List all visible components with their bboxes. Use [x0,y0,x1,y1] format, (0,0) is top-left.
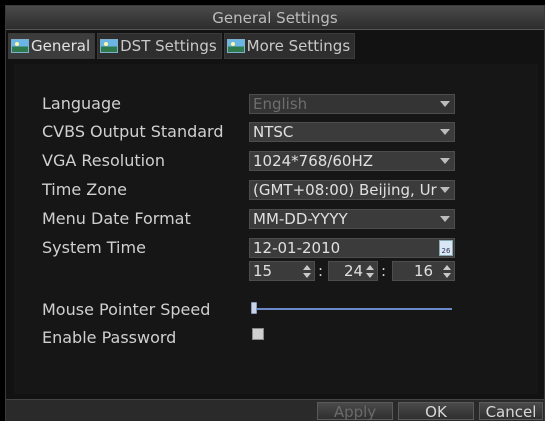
cvbs-value: NTSC [253,123,294,141]
spin-down-icon[interactable] [303,273,311,278]
settings-window: General Settings General DST Settings Mo… [5,5,545,421]
system-date-field[interactable]: 12-01-2010 26 [249,238,455,258]
enable-password-checkbox[interactable] [252,328,264,340]
chevron-down-icon [438,126,452,138]
tab-bar: General DST Settings More Settings [8,33,356,59]
chevron-down-icon [438,213,452,225]
language-dropdown[interactable]: English [249,94,455,114]
spin-up-icon[interactable] [366,265,374,270]
chevron-down-icon [438,184,452,196]
hour-value: 15 [253,262,273,280]
landscape-icon [11,39,29,53]
minute-spinner[interactable]: 24 [328,261,378,281]
date-format-value: MM-DD-YYYY [253,210,348,228]
time-separator: : [318,262,324,280]
second-spinner[interactable]: 16 [392,261,455,281]
cancel-button[interactable]: Cancel [479,402,543,421]
spinner-arrows-icon[interactable] [302,265,312,278]
chevron-down-icon [438,98,452,110]
system-time-label: System Time [42,238,146,257]
spinner-arrows-icon[interactable] [365,265,375,278]
date-format-label: Menu Date Format [42,209,191,228]
time-separator: : [381,262,387,280]
settings-panel: Language English CVBS Output Standard NT… [14,64,538,394]
timezone-value: (GMT+08:00) Beijing, Ur [253,181,437,199]
landscape-icon [226,39,245,53]
tab-more-settings-label: More Settings [246,37,351,55]
spin-down-icon[interactable] [366,273,374,278]
timezone-label: Time Zone [42,180,127,199]
spin-down-icon[interactable] [443,273,451,278]
language-value: English [253,95,308,113]
tab-dst-settings[interactable]: DST Settings [97,33,222,59]
cvbs-label: CVBS Output Standard [42,122,224,141]
vga-value: 1024*768/60HZ [253,152,373,170]
tab-dst-settings-label: DST Settings [120,37,217,55]
vga-dropdown[interactable]: 1024*768/60HZ [249,151,455,171]
second-value: 16 [414,262,434,280]
chevron-down-icon [438,155,452,167]
calendar-icon[interactable]: 26 [439,240,453,256]
spin-up-icon[interactable] [443,265,451,270]
minute-value: 24 [344,262,364,280]
vga-label: VGA Resolution [42,151,165,170]
slider-thumb[interactable] [251,302,257,314]
landscape-icon [100,39,119,53]
cvbs-dropdown[interactable]: NTSC [249,122,455,142]
tab-general[interactable]: General [8,33,96,59]
spinner-arrows-icon[interactable] [442,265,452,278]
spin-up-icon[interactable] [303,265,311,270]
language-label: Language [42,94,121,113]
calendar-day: 26 [441,247,451,255]
mouse-speed-slider[interactable] [252,308,452,310]
ok-button[interactable]: OK [398,402,474,421]
tab-general-label: General [31,37,91,55]
window-title: General Settings [6,6,544,30]
apply-button[interactable]: Apply [317,402,393,421]
timezone-dropdown[interactable]: (GMT+08:00) Beijing, Ur [249,180,455,200]
hour-spinner[interactable]: 15 [249,261,315,281]
mouse-speed-label: Mouse Pointer Speed [42,300,211,319]
tab-more-settings[interactable]: More Settings [223,33,356,59]
date-format-dropdown[interactable]: MM-DD-YYYY [249,209,455,229]
system-date-value: 12-01-2010 [253,239,341,257]
enable-password-label: Enable Password [42,328,177,347]
